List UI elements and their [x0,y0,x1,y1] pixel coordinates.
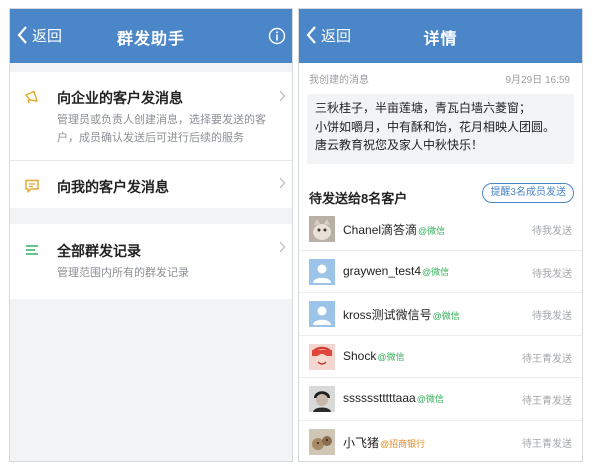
avatar [309,428,335,455]
list-icon [26,245,38,255]
megaphone-icon [25,90,38,104]
remind-members-button[interactable]: 提醒3名成员发送 [482,183,574,203]
avatar [309,386,335,412]
list-item[interactable]: Chanel滴答滴@微信 待我发送 [299,208,582,251]
send-status: 待王青发送 [522,396,572,407]
list-item[interactable]: graywen_test4@微信 待我发送 [299,251,582,293]
records-card: 全部群发记录 管理范围内所有的群发记录 [10,224,292,299]
send-status: 待王青发送 [522,438,572,450]
recipient-name: graywen_test4@微信 [343,263,450,278]
nav-bar: 返回 详情 [299,9,582,63]
send-to-company-customers[interactable]: 向企业的客户发消息 管理员或负责人创建消息，选择要发送的客户，成员确认发送后可进… [10,72,292,160]
avatar [309,343,335,370]
avatar [309,258,335,285]
chevron-right-icon [279,90,286,102]
recipient-name: Chanel滴答滴@微信 [343,223,446,237]
send-options-card: 向企业的客户发消息 管理员或负责人创建消息，选择要发送的客户，成员确认发送后可进… [10,72,292,208]
item-desc: 管理范围内所有的群发记录 [57,267,189,279]
creator-label: 我创建的消息 [309,75,369,86]
send-to-my-customers[interactable]: 向我的客户发消息 [10,160,292,208]
recipient-name: kross测试微信号@微信 [343,308,460,322]
message-line: 小饼如嚼月，中有酥和饴，花月相映人团圆。 [315,119,556,134]
item-desc: 管理员或负责人创建消息，选择要发送的客户，成员确认发送后可进行后续的服务 [57,114,266,144]
recipient-name: Shock@微信 [343,348,405,363]
message-body: 三秋桂子，半亩莲塘，青瓦白墙六菱窗； 小饼如嚼月，中有酥和饴，花月相映人团圆。 … [307,94,574,164]
send-status: 待我发送 [532,268,572,280]
recipient-name: sssssstttttaaa@微信 [343,391,444,405]
page-title: 群发助手 [116,31,185,48]
chevron-right-icon [279,177,286,189]
list-item[interactable]: kross测试微信号@微信 待我发送 [299,293,582,336]
content-area: 我创建的消息 9月29日 16:59 三秋桂子，半亩莲塘，青瓦白墙六菱窗； 小饼… [299,63,582,461]
recipient-name: 小飞猪@招商银行 [343,435,426,450]
timestamp: 9月29日 16:59 [505,75,571,86]
message-detail-screen: 返回 详情 我创建的消息 9月29日 16:59 三秋桂子，半亩莲塘，青瓦白墙六… [298,8,583,462]
chevron-right-icon [279,241,286,253]
list-item[interactable]: 小飞猪@招商银行 待王青发送 [299,421,582,462]
nav-bar: 返回 群发助手 [10,9,292,63]
item-title: 向我的客户发消息 [57,179,169,195]
chat-icon [25,179,39,193]
recipient-list: Chanel滴答滴@微信 待我发送 graywen_test4@微信 待我发送 [299,208,582,462]
all-records[interactable]: 全部群发记录 管理范围内所有的群发记录 [10,224,292,299]
send-status: 待我发送 [532,311,572,322]
mass-send-screen: 返回 群发助手 向企业的客户发消息 管理员或负责人创建消息，选择要发送的客户，成… [9,8,293,462]
send-status: 待王青发送 [522,353,572,365]
pending-title: 待发送给8名客户 [309,191,408,206]
item-title: 全部群发记录 [57,243,141,259]
message-line: 三秋桂子，半亩莲塘，青瓦白墙六菱窗； [315,101,532,115]
message-line: 唐云教育祝您及家人中秋快乐！ [315,138,484,152]
list-item[interactable]: Shock@微信 待王青发送 [299,336,582,378]
avatar [309,301,335,327]
item-title: 向企业的客户发消息 [57,90,183,106]
page-title: 详情 [423,31,458,48]
avatar [309,216,335,242]
content-area: 向企业的客户发消息 管理员或负责人创建消息，选择要发送的客户，成员确认发送后可进… [10,63,292,461]
send-status: 待我发送 [532,226,572,237]
list-item[interactable]: sssssstttttaaa@微信 待王青发送 [299,378,582,421]
info-icon[interactable] [268,27,286,45]
message-meta: 我创建的消息 9月29日 16:59 [309,71,570,87]
